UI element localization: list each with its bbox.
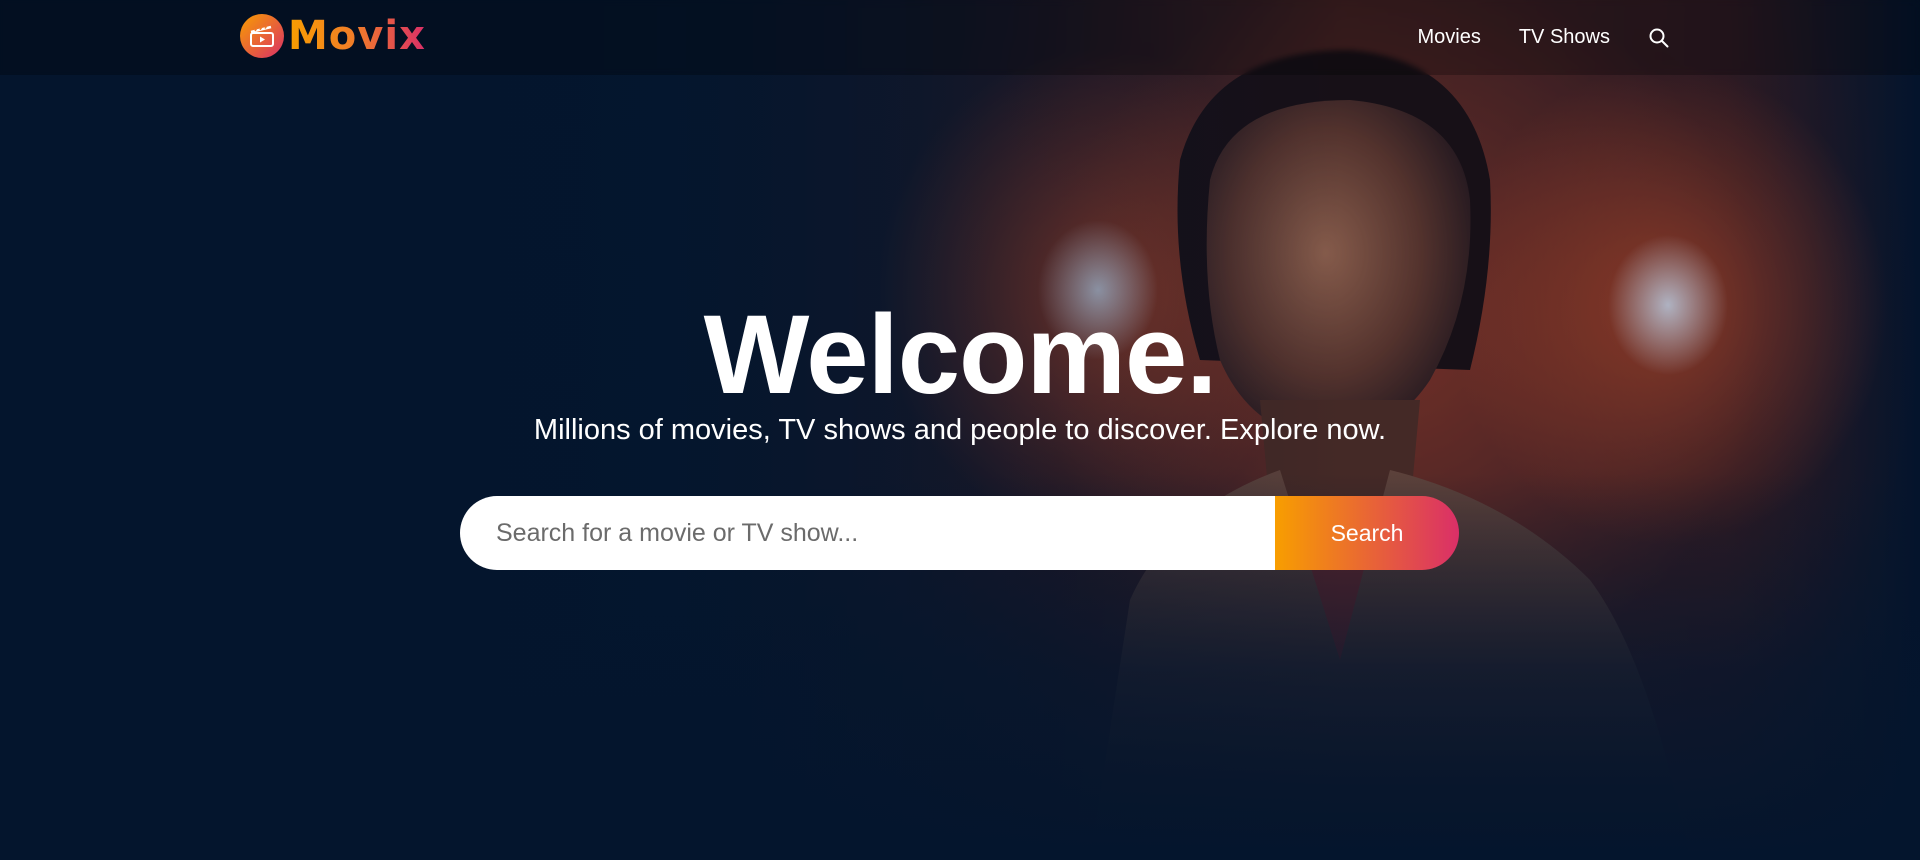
logo[interactable]: Movix bbox=[240, 14, 426, 58]
logo-text: Movix bbox=[288, 13, 426, 59]
hero-content: Welcome. Millions of movies, TV shows an… bbox=[0, 290, 1920, 448]
hero-subtitle: Millions of movies, TV shows and people … bbox=[533, 414, 1387, 446]
search-button[interactable]: Search bbox=[1275, 496, 1459, 570]
hero-search-bar: Search bbox=[460, 496, 1459, 570]
page: Movix Movies TV Shows Welcome. Millions … bbox=[0, 0, 1920, 860]
search-input[interactable] bbox=[460, 496, 1275, 570]
hero-title: Welcome. bbox=[703, 292, 1218, 417]
top-header: Movix Movies TV Shows bbox=[0, 0, 1920, 75]
clapperboard-icon bbox=[240, 14, 284, 58]
search-icon[interactable] bbox=[1648, 27, 1670, 49]
nav-item-tv-shows[interactable]: TV Shows bbox=[1519, 26, 1610, 49]
main-nav: Movies TV Shows bbox=[1379, 0, 1670, 75]
nav-item-movies[interactable]: Movies bbox=[1417, 26, 1480, 49]
